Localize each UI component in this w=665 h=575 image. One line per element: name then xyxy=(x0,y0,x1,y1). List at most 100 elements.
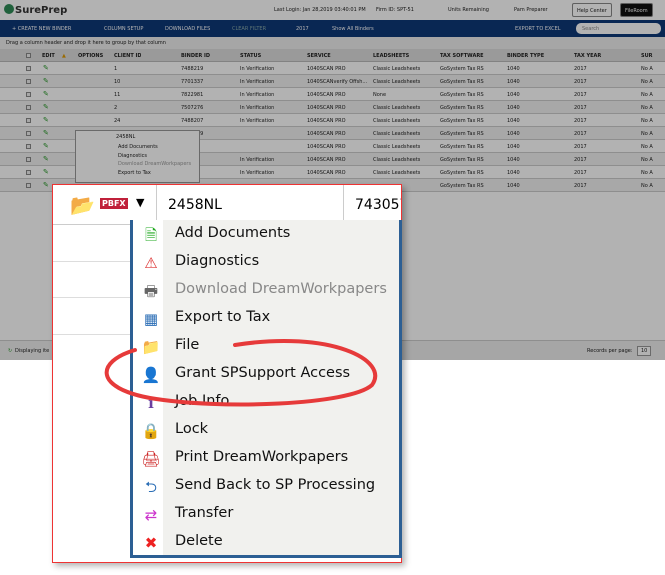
table-row[interactable]: ✎ 10 7701337 In Verification 1040SCANverify … xyxy=(0,75,665,88)
row-checkbox[interactable] xyxy=(26,157,31,162)
col-tax-software[interactable]: TAX SOFTWARE xyxy=(440,53,484,59)
table-cell: 2017 xyxy=(574,170,587,176)
col-binder-id[interactable]: BINDER ID xyxy=(181,53,210,59)
menu-item-delete[interactable]: ✖ Delete xyxy=(133,529,399,557)
pbfx-icon[interactable]: PBFX xyxy=(100,198,128,209)
menu-item-lock[interactable]: 🔒 Lock xyxy=(133,417,399,445)
table-row[interactable]: ✎ 24 7488207 In Verification 1040SCAN PRO Cla… xyxy=(0,114,665,127)
table-cell: 7488207 xyxy=(181,118,204,124)
edit-pencil-icon[interactable]: ✎ xyxy=(43,77,49,85)
table-cell: In Verification xyxy=(240,79,275,85)
table-cell: In Verification xyxy=(240,105,275,111)
table-cell: In Verification xyxy=(240,118,275,124)
col-status[interactable]: STATUS xyxy=(240,53,261,59)
help-center-button[interactable]: Help Center xyxy=(572,3,612,17)
table-cell: In Verification xyxy=(240,170,275,176)
edit-pencil-icon[interactable]: ✎ xyxy=(43,142,49,150)
menu-item-transfer[interactable]: ⇄ Transfer xyxy=(133,501,399,529)
table-cell: No A xyxy=(641,131,653,137)
table-cell: 1040 xyxy=(507,92,520,98)
col-binder-type[interactable]: BINDER TYPE xyxy=(507,53,544,59)
search-input[interactable]: Search xyxy=(576,23,661,34)
edit-pencil-icon[interactable]: ✎ xyxy=(43,90,49,98)
menu-item-print-dreamworkpapers[interactable]: 🖨 Print DreamWorkpapers xyxy=(133,445,399,473)
menu-item-export-to-tax[interactable]: ▦ Export to Tax xyxy=(133,305,399,333)
table-cell: 2017 xyxy=(574,79,587,85)
table-cell: Classic Leadsheets xyxy=(373,79,421,85)
edit-pencil-icon[interactable]: ✎ xyxy=(43,103,49,111)
table-cell: 2017 xyxy=(574,105,587,111)
binder-filter-dropdown[interactable]: Show All Binders xyxy=(332,26,374,32)
table-row[interactable]: ✎ 2 7507276 In Verification 1040SCAN PRO Clas… xyxy=(0,101,665,114)
col-tax-year[interactable]: TAX YEAR xyxy=(574,53,601,59)
table-cell: No A xyxy=(641,66,653,72)
client-id: 2458NL xyxy=(168,197,222,213)
small-menu-item[interactable]: Export to Tax xyxy=(76,169,199,178)
download-files-button[interactable]: DOWNLOAD FILES xyxy=(165,26,210,32)
menu-item-job-info[interactable]: ℹ Job Info xyxy=(133,389,399,417)
export-excel-button[interactable]: EXPORT TO EXCEL xyxy=(515,26,561,32)
group-hint: Drag a column header and drop it here to… xyxy=(0,37,665,49)
col-edit[interactable]: EDIT xyxy=(42,53,55,59)
table-cell: Classic Leadsheets xyxy=(373,131,421,137)
edit-pencil-icon[interactable]: ✎ xyxy=(43,168,49,176)
row-checkbox[interactable] xyxy=(26,66,31,71)
table-cell: 1040SCAN PRO xyxy=(307,157,346,163)
col-options[interactable]: OPTIONS xyxy=(78,53,103,59)
table-cell: 1040 xyxy=(507,79,520,85)
menu-item-add-documents[interactable]: 🗎 Add Documents xyxy=(133,221,399,249)
table-cell: 2017 xyxy=(574,92,587,98)
dropdown-arrow-icon[interactable]: ▼ xyxy=(136,196,144,209)
column-setup-button[interactable]: COLUMN SETUP xyxy=(104,26,143,32)
edit-pencil-icon[interactable]: ✎ xyxy=(43,155,49,163)
grid-header: EDIT ▲ OPTIONS CLIENT ID BINDER ID STATU… xyxy=(0,49,665,62)
year-dropdown[interactable]: 2017 xyxy=(296,26,309,32)
user-dropdown[interactable]: Pam Preparer xyxy=(514,7,548,13)
table-row[interactable]: ✎ 11 7822981 In Verification 1040SCAN PRO Non… xyxy=(0,88,665,101)
table-cell: 1040 xyxy=(507,118,520,124)
clear-filter-button[interactable]: CLEAR FILTER xyxy=(232,26,266,32)
table-cell: Classic Leadsheets xyxy=(373,157,421,163)
select-all-checkbox[interactable] xyxy=(26,53,31,58)
menu-item-diagnostics[interactable]: ⚠ Diagnostics xyxy=(133,249,399,277)
col-sur[interactable]: SUR xyxy=(641,53,653,59)
col-leadsheets[interactable]: LEADSHEETS xyxy=(373,53,409,59)
table-cell: No A xyxy=(641,157,653,163)
row-checkbox[interactable] xyxy=(26,118,31,123)
row-checkbox[interactable] xyxy=(26,183,31,188)
menu-item-file[interactable]: 📁 File xyxy=(133,333,399,361)
warning-icon: ▲ xyxy=(62,53,66,59)
small-menu-client-id: 2458NL xyxy=(116,134,136,140)
edit-pencil-icon[interactable]: ✎ xyxy=(43,64,49,72)
edit-pencil-icon[interactable]: ✎ xyxy=(43,129,49,137)
folder-icon[interactable]: 📂 xyxy=(70,193,95,217)
row-checkbox[interactable] xyxy=(26,170,31,175)
table-cell: 1040SCAN PRO xyxy=(307,118,346,124)
units-remaining-dropdown[interactable]: Units Remaining xyxy=(448,7,489,13)
menu-item-send-back-to-sp-processing[interactable]: ⮌ Send Back to SP Processing xyxy=(133,473,399,501)
fileroom-button[interactable]: FileRoom xyxy=(620,3,653,17)
top-bar: SurePrep Last Login: Jan 28,2019 03:40:0… xyxy=(0,0,665,20)
table-cell: GoSystem Tax RS xyxy=(440,131,484,137)
col-client-id[interactable]: CLIENT ID xyxy=(114,53,141,59)
small-menu-item[interactable]: Download DreamWorkpapers xyxy=(76,160,199,169)
col-service[interactable]: SERVICE xyxy=(307,53,331,59)
records-per-page-select[interactable]: 10 xyxy=(637,346,652,356)
row-checkbox[interactable] xyxy=(26,131,31,136)
small-menu-item[interactable]: Add Documents xyxy=(76,143,199,152)
menu-item-label: Delete xyxy=(175,533,223,549)
row-checkbox[interactable] xyxy=(26,92,31,97)
create-binder-button[interactable]: + CREATE NEW BINDER xyxy=(12,26,71,32)
edit-pencil-icon[interactable]: ✎ xyxy=(43,116,49,124)
row-checkbox[interactable] xyxy=(26,144,31,149)
table-row[interactable]: ✎ 1 7488219 In Verification 1040SCAN PRO Clas… xyxy=(0,62,665,75)
menu-item-download-dreamworkpapers[interactable]: 🖶 Download DreamWorkpapers xyxy=(133,277,399,305)
row-checkbox[interactable] xyxy=(26,105,31,110)
edit-pencil-icon[interactable]: ✎ xyxy=(43,181,49,189)
small-menu-item[interactable]: Diagnostics xyxy=(76,152,199,161)
refresh-icon[interactable]: ↻ xyxy=(8,348,12,354)
diagnostics-icon: ⚠ xyxy=(144,254,158,272)
row-checkbox[interactable] xyxy=(26,79,31,84)
print-icon: 🖨 xyxy=(141,450,161,468)
menu-item-grant-spsupport-access[interactable]: 👤 Grant SPSupport Access xyxy=(133,361,399,389)
